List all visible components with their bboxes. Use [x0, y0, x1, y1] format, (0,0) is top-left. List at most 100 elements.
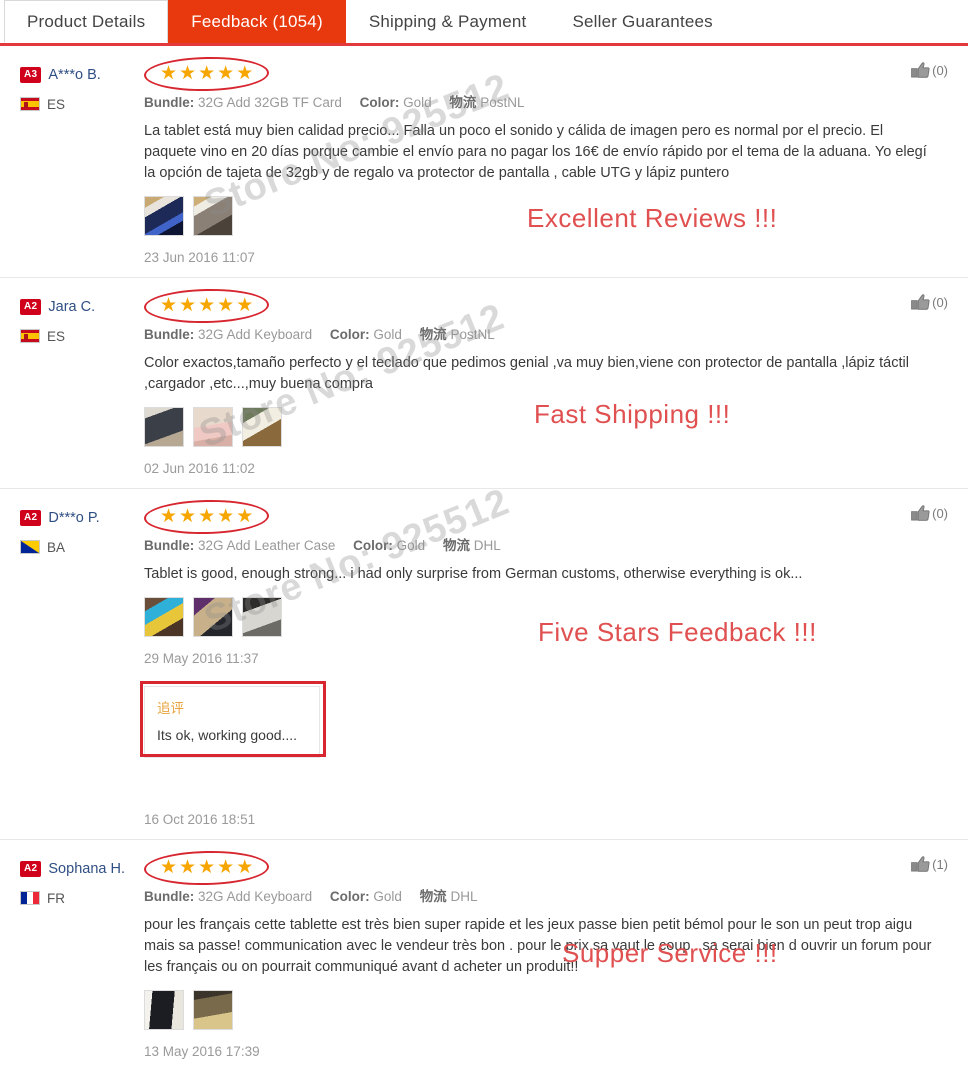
review-text: La tablet está muy bien calidad precio..…	[144, 123, 927, 181]
helpful-button[interactable]: (0)	[911, 505, 948, 522]
star-icon: ★	[160, 505, 178, 527]
logistics-label: 物流	[442, 538, 470, 553]
review-item: A3 A***o B. ES ★ ★ ★ ★ ★ Bundle: 32G Add…	[0, 46, 968, 278]
review-body: ★ ★ ★ ★ ★ Bundle: 32G Add Keyboard Color…	[143, 849, 948, 1059]
color-label: Color:	[359, 95, 400, 110]
review-body: ★ ★ ★ ★ ★ Bundle: 32G Add Keyboard Color…	[143, 287, 948, 476]
review-date: 29 May 2016 11:37	[144, 651, 259, 666]
buyer-level-badge: A2	[20, 510, 42, 526]
star-icon: ★	[160, 856, 178, 878]
review-photo-thumbnail[interactable]	[193, 196, 233, 236]
logistics-value: PostNL	[480, 95, 525, 110]
star-icon: ★	[179, 856, 197, 878]
bundle-value: 32G Add Keyboard	[198, 889, 313, 904]
followup-section: 追评 Its ok, working good.... 16 Oct 2016 …	[140, 681, 934, 827]
helpful-count: (0)	[932, 506, 948, 521]
followup-comment: 追评 Its ok, working good....	[144, 686, 320, 758]
review-attributes: Bundle: 32G Add Leather Case Color: Gold…	[144, 534, 934, 554]
followup-date: 16 Oct 2016 18:51	[144, 812, 256, 827]
review-photos	[144, 990, 934, 1030]
review-photo-thumbnail[interactable]	[242, 407, 282, 447]
review-attributes: Bundle: 32G Add Keyboard Color: Gold 物流 …	[144, 323, 934, 343]
helpful-button[interactable]: (0)	[911, 294, 948, 311]
logistics-label: 物流	[449, 95, 477, 110]
flag-icon-fr	[20, 891, 40, 905]
logistics-value: DHL	[450, 889, 478, 904]
reviewer-info: A3 A***o B. ES	[20, 60, 144, 265]
star-icon: ★	[198, 505, 216, 527]
rating-stars: ★ ★ ★ ★ ★	[143, 849, 270, 886]
helpful-button[interactable]: (1)	[911, 856, 948, 873]
review-item: A2 D***o P. BA ★ ★ ★ ★ ★ Bundle: 32G Add…	[0, 489, 968, 840]
review-photo-thumbnail[interactable]	[144, 407, 184, 447]
reviewer-name[interactable]: Sophana H.	[48, 861, 125, 877]
country-code: ES	[47, 328, 66, 344]
reviewer-identity: A2 D***o P.	[20, 507, 144, 529]
star-icon: ★	[236, 505, 254, 527]
review-body: ★ ★ ★ ★ ★ Bundle: 32G Add Leather Case C…	[140, 498, 948, 827]
reviewer-name[interactable]: Jara C.	[48, 299, 95, 315]
color-value: Gold	[403, 95, 432, 110]
reviewer-identity: A3 A***o B.	[20, 64, 144, 86]
reviewer-name[interactable]: D***o P.	[48, 510, 99, 526]
review-item: A2 Jara C. ES ★ ★ ★ ★ ★ Bundle: 32G Add …	[0, 278, 968, 489]
helpful-button[interactable]: (0)	[911, 62, 948, 79]
rating-stars: ★ ★ ★ ★ ★	[143, 55, 270, 92]
reviewer-info: A2 D***o P. BA	[20, 503, 144, 827]
star-icon: ★	[179, 62, 197, 84]
flag-icon-ba	[20, 540, 40, 554]
review-photo-thumbnail[interactable]	[144, 597, 184, 637]
helpful-count: (0)	[932, 63, 948, 78]
logistics-value: DHL	[473, 538, 501, 553]
tab-product-details[interactable]: Product Details	[4, 0, 169, 43]
buyer-level-badge: A2	[20, 861, 42, 877]
thumbs-up-icon	[911, 505, 930, 521]
star-icon: ★	[198, 294, 216, 316]
logistics-value: PostNL	[450, 327, 495, 342]
review-date: 13 May 2016 17:39	[144, 1044, 260, 1059]
helpful-count: (0)	[932, 295, 948, 310]
country-code: ES	[47, 96, 66, 112]
logistics-label: 物流	[419, 327, 447, 342]
review-photo-thumbnail[interactable]	[193, 990, 233, 1030]
star-icon: ★	[236, 856, 254, 878]
feedback-tabbar: Product Details Feedback (1054) Shipping…	[0, 0, 968, 46]
star-icon: ★	[236, 62, 254, 84]
review-body: ★ ★ ★ ★ ★ Bundle: 32G Add 32GB TF Card C…	[143, 55, 948, 265]
bundle-label: Bundle:	[144, 538, 195, 553]
flag-icon-es	[20, 329, 40, 343]
bundle-value: 32G Add Leather Case	[198, 538, 336, 553]
star-icon: ★	[217, 856, 235, 878]
reviewer-name[interactable]: A***o B.	[48, 67, 100, 83]
tab-label: Seller Guarantees	[572, 11, 713, 31]
reviewer-identity: A2 Jara C.	[20, 296, 144, 318]
review-photo-thumbnail[interactable]	[242, 597, 282, 637]
star-icon: ★	[179, 505, 197, 527]
star-icon: ★	[236, 294, 254, 316]
tab-label: Product Details	[27, 11, 146, 31]
helpful-count: (1)	[932, 857, 948, 872]
review-photo-thumbnail[interactable]	[193, 407, 233, 447]
review-date: 23 Jun 2016 11:07	[144, 250, 255, 265]
review-photo-thumbnail[interactable]	[193, 597, 233, 637]
rating-row: ★ ★ ★ ★ ★	[143, 55, 934, 92]
logistics-label: 物流	[419, 889, 447, 904]
reviewer-country: ES	[20, 93, 144, 115]
reviewer-info: A2 Jara C. ES	[20, 292, 144, 476]
color-label: Color:	[329, 327, 370, 342]
bundle-value: 32G Add Keyboard	[198, 327, 313, 342]
tab-label: Feedback (1054)	[191, 11, 323, 31]
star-icon: ★	[160, 294, 178, 316]
review-photo-thumbnail[interactable]	[144, 196, 184, 236]
bundle-value: 32G Add 32GB TF Card	[198, 95, 342, 110]
reviewer-country: BA	[20, 536, 144, 558]
tab-shipping-payment[interactable]: Shipping & Payment	[345, 0, 550, 43]
tab-seller-guarantees[interactable]: Seller Guarantees	[549, 0, 736, 43]
review-photos	[144, 407, 934, 447]
color-value: Gold	[373, 327, 402, 342]
tab-feedback[interactable]: Feedback (1054)	[168, 0, 346, 43]
reviewer-info: A2 Sophana H. FR	[20, 854, 144, 1059]
country-code: BA	[47, 539, 66, 555]
feedback-review-list: A3 A***o B. ES ★ ★ ★ ★ ★ Bundle: 32G Add…	[0, 46, 968, 1071]
review-photo-thumbnail[interactable]	[144, 990, 184, 1030]
